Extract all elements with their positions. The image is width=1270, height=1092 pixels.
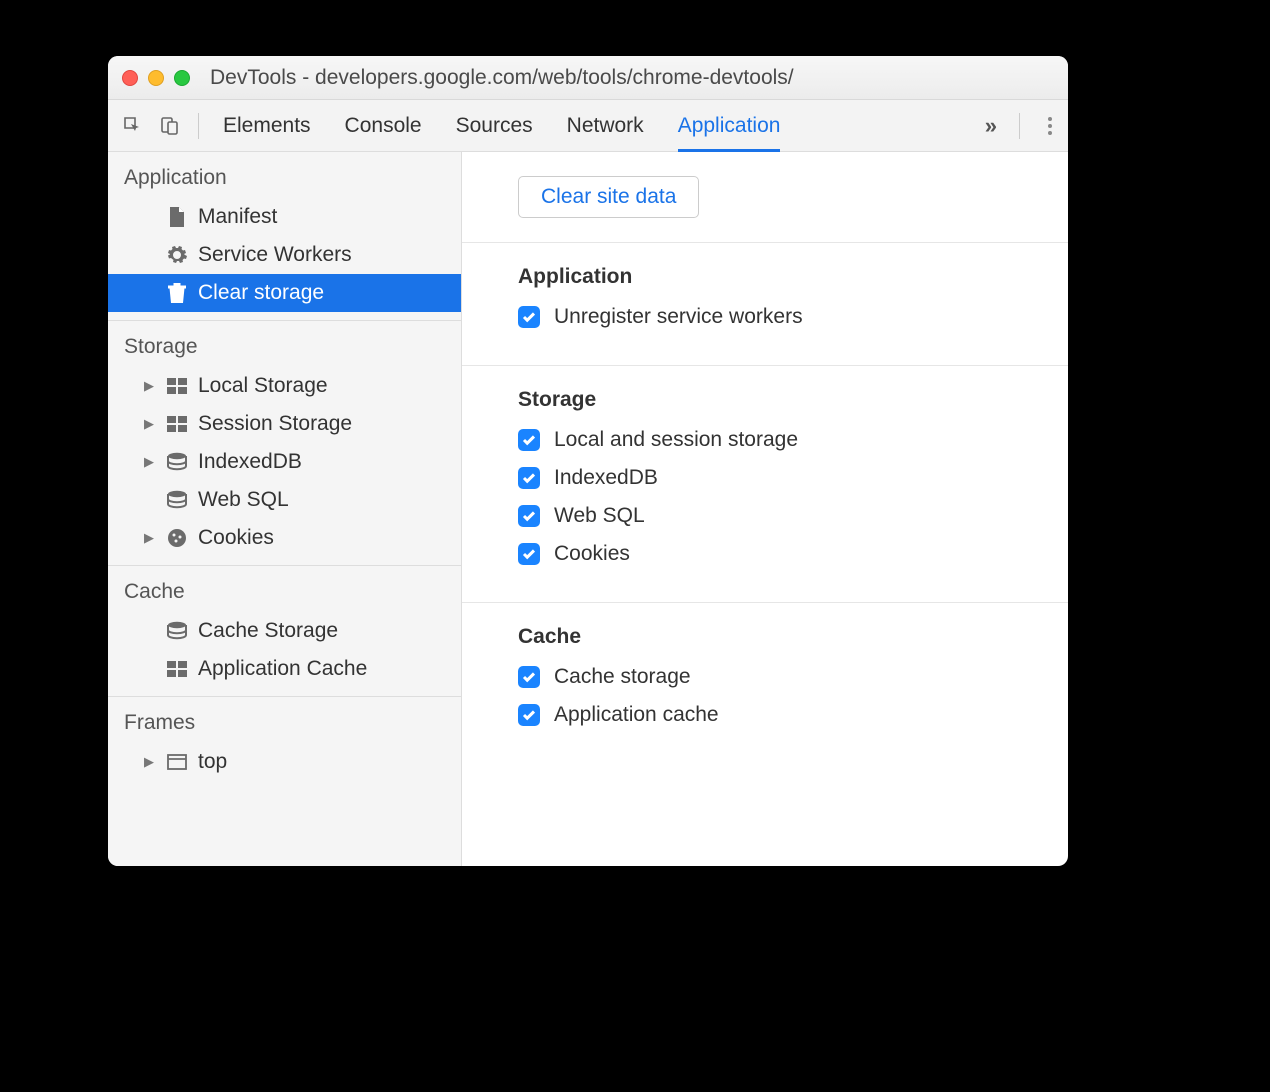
toolbar-separator bbox=[1019, 113, 1020, 139]
sidebar-item-application-cache[interactable]: ▶ Application Cache bbox=[108, 650, 461, 688]
settings-menu-icon[interactable] bbox=[1042, 111, 1058, 141]
device-toggle-icon[interactable] bbox=[154, 111, 184, 141]
checkbox-icon bbox=[518, 429, 540, 451]
sidebar-item-clear-storage[interactable]: ▶ Clear storage bbox=[108, 274, 461, 312]
section-heading: Storage bbox=[518, 388, 1068, 412]
file-icon bbox=[166, 206, 188, 228]
section-application: Application Unregister service workers bbox=[462, 243, 1068, 366]
sidebar-group-title: Cache bbox=[108, 566, 461, 612]
database-icon bbox=[166, 451, 188, 473]
grid-icon bbox=[166, 658, 188, 680]
sidebar-item-websql[interactable]: ▶ Web SQL bbox=[108, 481, 461, 519]
close-window-button[interactable] bbox=[122, 70, 138, 86]
tab-elements[interactable]: Elements bbox=[223, 100, 311, 151]
cookie-icon bbox=[166, 527, 188, 549]
checkbox-label: Application cache bbox=[554, 703, 719, 727]
sidebar-item-manifest[interactable]: ▶ Manifest bbox=[108, 198, 461, 236]
gear-icon bbox=[166, 244, 188, 266]
devtools-window: DevTools - developers.google.com/web/too… bbox=[108, 56, 1068, 866]
sidebar-group-title: Frames bbox=[108, 697, 461, 743]
overflow-tabs-icon[interactable]: » bbox=[985, 113, 997, 139]
checkbox-local-session-storage[interactable]: Local and session storage bbox=[518, 428, 1068, 452]
checkbox-cache-storage[interactable]: Cache storage bbox=[518, 665, 1068, 689]
sidebar-item-cookies[interactable]: ▶ Cookies bbox=[108, 519, 461, 557]
checkbox-label: IndexedDB bbox=[554, 466, 658, 490]
tab-console[interactable]: Console bbox=[345, 100, 422, 151]
sidebar-item-label: top bbox=[198, 750, 227, 774]
window-title: DevTools - developers.google.com/web/too… bbox=[210, 66, 1054, 90]
database-icon bbox=[166, 489, 188, 511]
sidebar-item-label: Service Workers bbox=[198, 243, 352, 267]
checkbox-icon bbox=[518, 666, 540, 688]
expand-icon[interactable]: ▶ bbox=[142, 416, 156, 432]
sidebar-item-cache-storage[interactable]: ▶ Cache Storage bbox=[108, 612, 461, 650]
grid-icon bbox=[166, 413, 188, 435]
section-cache: Cache Cache storage Application cache bbox=[462, 603, 1068, 763]
grid-icon bbox=[166, 375, 188, 397]
database-icon bbox=[166, 620, 188, 642]
checkbox-label: Cookies bbox=[554, 542, 630, 566]
expand-icon[interactable]: ▶ bbox=[142, 754, 156, 770]
checkbox-label: Web SQL bbox=[554, 504, 645, 528]
sidebar-group-title: Storage bbox=[108, 321, 461, 367]
tab-application[interactable]: Application bbox=[678, 100, 781, 151]
minimize-window-button[interactable] bbox=[148, 70, 164, 86]
sidebar-item-local-storage[interactable]: ▶ Local Storage bbox=[108, 367, 461, 405]
checkbox-unregister-service-workers[interactable]: Unregister service workers bbox=[518, 305, 1068, 329]
application-sidebar: Application ▶ Manifest ▶ Service Workers… bbox=[108, 152, 462, 866]
frame-icon bbox=[166, 751, 188, 773]
checkbox-icon bbox=[518, 505, 540, 527]
sidebar-item-label: Application Cache bbox=[198, 657, 367, 681]
toolbar-separator bbox=[198, 113, 199, 139]
section-storage: Storage Local and session storage Indexe… bbox=[462, 366, 1068, 603]
sidebar-item-label: Clear storage bbox=[198, 281, 324, 305]
sidebar-item-label: Web SQL bbox=[198, 488, 289, 512]
checkbox-label: Local and session storage bbox=[554, 428, 798, 452]
tab-sources[interactable]: Sources bbox=[456, 100, 533, 151]
checkbox-icon bbox=[518, 543, 540, 565]
sidebar-item-service-workers[interactable]: ▶ Service Workers bbox=[108, 236, 461, 274]
sidebar-group-title: Application bbox=[108, 152, 461, 198]
tab-network[interactable]: Network bbox=[567, 100, 644, 151]
section-heading: Cache bbox=[518, 625, 1068, 649]
checkbox-application-cache[interactable]: Application cache bbox=[518, 703, 1068, 727]
clear-site-data-button[interactable]: Clear site data bbox=[518, 176, 699, 218]
sidebar-item-label: Manifest bbox=[198, 205, 277, 229]
checkbox-icon bbox=[518, 306, 540, 328]
checkbox-label: Cache storage bbox=[554, 665, 691, 689]
sidebar-item-label: Local Storage bbox=[198, 374, 328, 398]
checkbox-cookies[interactable]: Cookies bbox=[518, 542, 1068, 566]
devtools-toolbar: Elements Console Sources Network Applica… bbox=[108, 100, 1068, 152]
expand-icon[interactable]: ▶ bbox=[142, 530, 156, 546]
main-panel: Clear site data Application Unregister s… bbox=[462, 152, 1068, 866]
sidebar-item-label: Session Storage bbox=[198, 412, 352, 436]
window-controls bbox=[122, 70, 190, 86]
sidebar-item-label: Cache Storage bbox=[198, 619, 338, 643]
zoom-window-button[interactable] bbox=[174, 70, 190, 86]
trash-icon bbox=[166, 282, 188, 304]
sidebar-item-frame-top[interactable]: ▶ top bbox=[108, 743, 461, 781]
sidebar-item-label: IndexedDB bbox=[198, 450, 302, 474]
checkbox-icon bbox=[518, 467, 540, 489]
panel-tabs: Elements Console Sources Network Applica… bbox=[223, 100, 780, 151]
titlebar: DevTools - developers.google.com/web/too… bbox=[108, 56, 1068, 100]
checkbox-websql[interactable]: Web SQL bbox=[518, 504, 1068, 528]
section-heading: Application bbox=[518, 265, 1068, 289]
expand-icon[interactable]: ▶ bbox=[142, 378, 156, 394]
sidebar-item-indexeddb[interactable]: ▶ IndexedDB bbox=[108, 443, 461, 481]
expand-icon[interactable]: ▶ bbox=[142, 454, 156, 470]
sidebar-item-label: Cookies bbox=[198, 526, 274, 550]
checkbox-icon bbox=[518, 704, 540, 726]
checkbox-indexeddb[interactable]: IndexedDB bbox=[518, 466, 1068, 490]
sidebar-item-session-storage[interactable]: ▶ Session Storage bbox=[108, 405, 461, 443]
checkbox-label: Unregister service workers bbox=[554, 305, 803, 329]
inspect-element-icon[interactable] bbox=[118, 111, 148, 141]
